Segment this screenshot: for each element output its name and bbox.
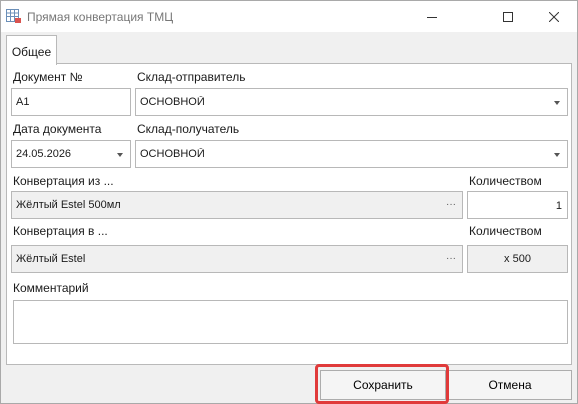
sender-warehouse-select[interactable]: ОСНОВНОЙ	[135, 88, 568, 116]
document-number-input[interactable]: А1	[11, 88, 131, 116]
general-panel: Документ № А1 Склад-отправитель ОСНОВНОЙ…	[6, 63, 572, 365]
comment-label: Комментарий	[13, 281, 89, 295]
maximize-icon	[503, 11, 513, 22]
convert-to-label: Конвертация в ...	[13, 224, 108, 238]
minimize-button[interactable]	[409, 1, 455, 32]
browse-button[interactable]: ···	[446, 253, 456, 264]
close-icon	[549, 11, 559, 22]
tab-strip: Общее	[1, 32, 577, 65]
convert-to-field[interactable]: Жёлтый Estel ···	[11, 245, 463, 273]
cancel-button[interactable]: Отмена	[448, 370, 572, 400]
browse-button[interactable]: ···	[446, 199, 456, 210]
save-button[interactable]: Сохранить	[320, 370, 446, 400]
dialog-window: Прямая конвертация ТМЦ Общее Документ № …	[0, 0, 578, 404]
from-quantity-label: Количеством	[469, 174, 542, 188]
chevron-down-icon	[117, 153, 123, 157]
sender-warehouse-label: Склад-отправитель	[137, 70, 246, 84]
window-title: Прямая конвертация ТМЦ	[27, 10, 174, 24]
minimize-icon	[427, 12, 437, 22]
chevron-down-icon	[554, 153, 560, 157]
tab-general[interactable]: Общее	[6, 35, 57, 65]
table-document-icon	[6, 8, 22, 24]
chevron-down-icon	[554, 101, 560, 105]
to-quantity-display: x 500	[467, 245, 568, 273]
comment-textarea[interactable]	[13, 300, 568, 344]
close-button[interactable]	[531, 1, 577, 32]
from-quantity-input[interactable]: 1	[467, 191, 568, 219]
document-date-picker[interactable]: 24.05.2026	[11, 140, 131, 168]
convert-from-label: Конвертация из ...	[13, 174, 114, 188]
convert-from-field[interactable]: Жёлтый Estel 500мл ···	[11, 191, 463, 219]
receiver-warehouse-label: Склад-получатель	[137, 122, 240, 136]
to-quantity-label: Количеством	[469, 224, 542, 238]
document-date-label: Дата документа	[13, 122, 102, 136]
receiver-warehouse-select[interactable]: ОСНОВНОЙ	[135, 140, 568, 168]
title-bar[interactable]: Прямая конвертация ТМЦ	[1, 1, 577, 32]
maximize-button[interactable]	[485, 1, 531, 32]
document-number-label: Документ №	[13, 70, 83, 84]
